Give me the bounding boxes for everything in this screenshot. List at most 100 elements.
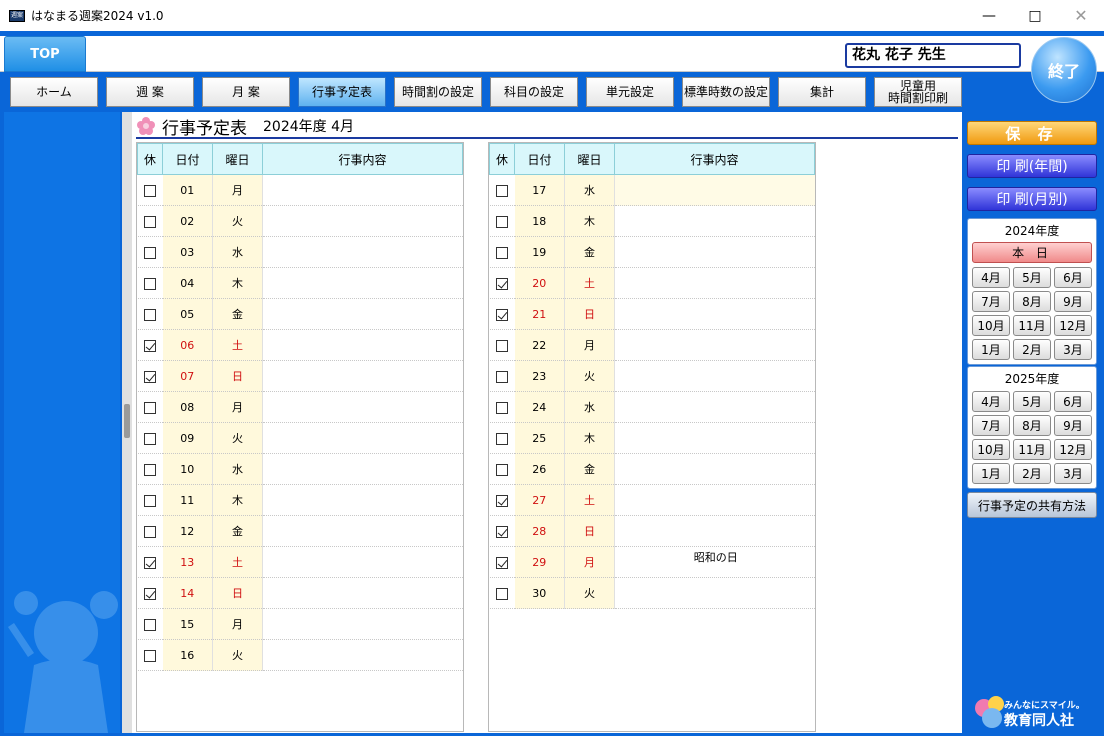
month-button[interactable]: 2月 xyxy=(1013,463,1051,484)
nav-summary[interactable]: 集計 xyxy=(778,77,866,107)
month-button[interactable]: 8月 xyxy=(1013,291,1051,312)
today-button[interactable]: 本 日 xyxy=(972,242,1092,263)
checkbox-icon[interactable] xyxy=(144,339,156,352)
checkbox-icon[interactable] xyxy=(496,370,508,383)
month-button[interactable]: 7月 xyxy=(972,415,1010,436)
top-tab[interactable]: TOP xyxy=(4,36,86,72)
nav-event-schedule[interactable]: 行事予定表 xyxy=(298,77,386,107)
event-cell[interactable] xyxy=(262,546,463,578)
checkbox-icon[interactable] xyxy=(496,277,508,290)
share-schedule-button[interactable]: 行事予定の共有方法 xyxy=(967,492,1097,518)
month-button[interactable]: 3月 xyxy=(1054,339,1092,360)
event-cell[interactable] xyxy=(262,639,463,671)
checkbox-icon[interactable] xyxy=(496,587,508,600)
checkbox-icon[interactable] xyxy=(144,649,156,662)
event-cell[interactable] xyxy=(262,422,463,454)
month-button[interactable]: 10月 xyxy=(972,315,1010,336)
nav-subject-settings[interactable]: 科目の設定 xyxy=(490,77,578,107)
nav-home[interactable]: ホーム xyxy=(10,77,98,107)
event-cell[interactable] xyxy=(262,360,463,392)
event-cell[interactable] xyxy=(614,360,815,392)
month-button[interactable]: 4月 xyxy=(972,391,1010,412)
event-cell[interactable] xyxy=(614,174,815,206)
holiday-checkbox[interactable] xyxy=(137,236,163,268)
holiday-checkbox[interactable] xyxy=(489,236,515,268)
holiday-checkbox[interactable] xyxy=(137,298,163,330)
event-cell[interactable] xyxy=(614,484,815,516)
month-button[interactable]: 11月 xyxy=(1013,439,1051,460)
event-cell[interactable] xyxy=(262,205,463,237)
checkbox-icon[interactable] xyxy=(496,494,508,507)
print-yearly-button[interactable]: 印 刷(年間) xyxy=(967,154,1097,178)
checkbox-icon[interactable] xyxy=(496,432,508,445)
checkbox-icon[interactable] xyxy=(144,246,156,259)
holiday-checkbox[interactable] xyxy=(489,298,515,330)
checkbox-icon[interactable] xyxy=(144,587,156,600)
event-cell[interactable]: 昭和の日 xyxy=(614,546,815,578)
close-button[interactable]: ✕ xyxy=(1058,0,1104,31)
month-button[interactable]: 8月 xyxy=(1013,415,1051,436)
checkbox-icon[interactable] xyxy=(496,246,508,259)
event-cell[interactable] xyxy=(262,484,463,516)
month-button[interactable]: 11月 xyxy=(1013,315,1051,336)
event-cell[interactable] xyxy=(262,391,463,423)
checkbox-icon[interactable] xyxy=(144,618,156,631)
holiday-checkbox[interactable] xyxy=(137,329,163,361)
holiday-checkbox[interactable] xyxy=(137,360,163,392)
checkbox-icon[interactable] xyxy=(496,556,508,569)
checkbox-icon[interactable] xyxy=(144,184,156,197)
holiday-checkbox[interactable] xyxy=(137,453,163,485)
holiday-checkbox[interactable] xyxy=(137,639,163,671)
nav-standard-hours[interactable]: 標準時数の設定 xyxy=(682,77,770,107)
event-cell[interactable] xyxy=(614,422,815,454)
event-cell[interactable] xyxy=(614,391,815,423)
holiday-checkbox[interactable] xyxy=(489,577,515,609)
minimize-button[interactable]: — xyxy=(966,0,1012,31)
month-button[interactable]: 9月 xyxy=(1054,415,1092,436)
event-cell[interactable] xyxy=(262,174,463,206)
month-button[interactable]: 5月 xyxy=(1013,267,1051,288)
event-cell[interactable] xyxy=(614,577,815,609)
event-cell[interactable] xyxy=(262,236,463,268)
month-button[interactable]: 2月 xyxy=(1013,339,1051,360)
event-cell[interactable] xyxy=(262,608,463,640)
holiday-checkbox[interactable] xyxy=(489,422,515,454)
month-button[interactable]: 1月 xyxy=(972,339,1010,360)
month-button[interactable]: 7月 xyxy=(972,291,1010,312)
checkbox-icon[interactable] xyxy=(496,463,508,476)
month-button[interactable]: 1月 xyxy=(972,463,1010,484)
holiday-checkbox[interactable] xyxy=(137,391,163,423)
holiday-checkbox[interactable] xyxy=(489,329,515,361)
month-button[interactable]: 9月 xyxy=(1054,291,1092,312)
checkbox-icon[interactable] xyxy=(144,494,156,507)
event-cell[interactable] xyxy=(262,515,463,547)
checkbox-icon[interactable] xyxy=(496,401,508,414)
holiday-checkbox[interactable] xyxy=(137,422,163,454)
holiday-checkbox[interactable] xyxy=(489,546,515,578)
checkbox-icon[interactable] xyxy=(144,432,156,445)
holiday-checkbox[interactable] xyxy=(137,205,163,237)
checkbox-icon[interactable] xyxy=(144,525,156,538)
holiday-checkbox[interactable] xyxy=(137,577,163,609)
maximize-button[interactable]: □ xyxy=(1012,0,1058,31)
checkbox-icon[interactable] xyxy=(144,401,156,414)
nav-weekly-plan[interactable]: 週 案 xyxy=(106,77,194,107)
holiday-checkbox[interactable] xyxy=(489,360,515,392)
holiday-checkbox[interactable] xyxy=(489,267,515,299)
holiday-checkbox[interactable] xyxy=(489,484,515,516)
month-button[interactable]: 4月 xyxy=(972,267,1010,288)
event-cell[interactable] xyxy=(262,577,463,609)
holiday-checkbox[interactable] xyxy=(137,174,163,206)
holiday-checkbox[interactable] xyxy=(137,515,163,547)
month-button[interactable]: 6月 xyxy=(1054,391,1092,412)
month-button[interactable]: 5月 xyxy=(1013,391,1051,412)
exit-button[interactable]: 終了 xyxy=(1031,37,1097,103)
event-cell[interactable] xyxy=(614,515,815,547)
holiday-checkbox[interactable] xyxy=(489,453,515,485)
event-cell[interactable] xyxy=(262,453,463,485)
event-cell[interactable] xyxy=(614,236,815,268)
checkbox-icon[interactable] xyxy=(144,463,156,476)
nav-student-timetable-print[interactable]: 児童用 時間割印刷 xyxy=(874,77,962,107)
checkbox-icon[interactable] xyxy=(496,525,508,538)
holiday-checkbox[interactable] xyxy=(489,174,515,206)
